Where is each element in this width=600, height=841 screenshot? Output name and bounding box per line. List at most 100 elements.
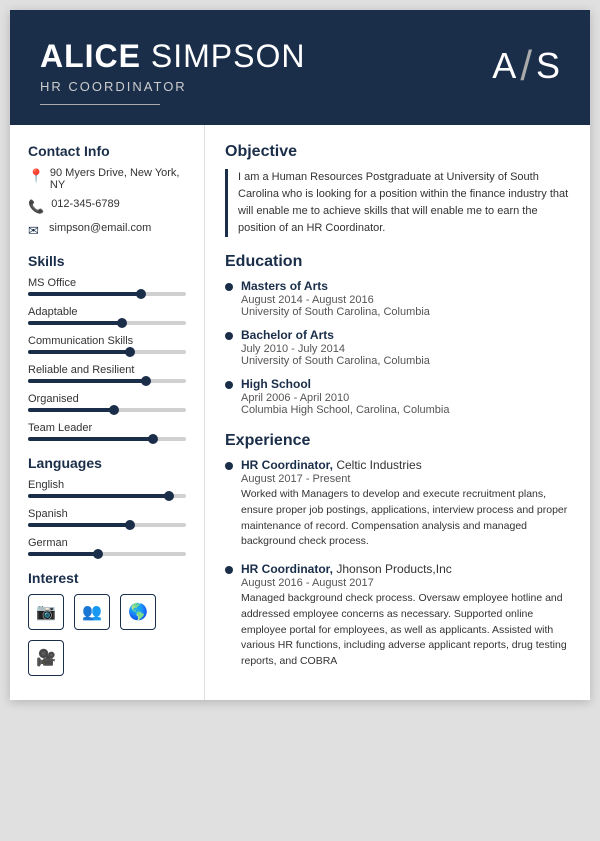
contact-email: ✉ simpson@email.com — [28, 222, 186, 239]
bullet-dot — [225, 332, 233, 340]
lang-bar-bg — [28, 552, 186, 556]
exp-company: Celtic Industries — [336, 458, 421, 472]
interest-icons-container: 📷 👥 🌎 🎥 — [28, 594, 186, 676]
experience-list: HR Coordinator, Celtic Industries August… — [225, 458, 570, 670]
job-title: HR COORDINATOR — [40, 79, 305, 94]
lang-bar-fill — [28, 523, 131, 527]
skill-bar-fill — [28, 350, 131, 354]
bullet-dot — [225, 283, 233, 291]
contact-phone: 📞 012-345-6789 — [28, 198, 186, 215]
bullet-dot — [225, 381, 233, 389]
education-item: High School April 2006 - April 2010 Colu… — [225, 377, 570, 416]
lang-name: English — [28, 479, 186, 491]
header-section: ALICE SIMPSON HR COORDINATOR A / S — [10, 10, 590, 125]
interest-icon-box: 📷 — [28, 594, 64, 630]
exp-description: Worked with Managers to develop and exec… — [241, 487, 570, 550]
address-text: 90 Myers Drive, New York, NY — [50, 167, 186, 191]
first-name: ALICE — [40, 38, 141, 74]
exp-title: HR Coordinator, Jhonson Products,Inc — [241, 562, 570, 576]
objective-section-title: Objective — [225, 143, 570, 161]
exp-title: HR Coordinator, Celtic Industries — [241, 458, 570, 472]
initials-monogram: A / S — [492, 42, 560, 90]
experience-section-title: Experience — [225, 432, 570, 450]
experience-item: HR Coordinator, Celtic Industries August… — [225, 458, 570, 550]
skill-bar-fill — [28, 379, 147, 383]
contact-address: 📍 90 Myers Drive, New York, NY — [28, 167, 186, 191]
phone-text: 012-345-6789 — [51, 198, 120, 210]
email-text: simpson@email.com — [49, 222, 151, 234]
education-list: Masters of Arts August 2014 - August 201… — [225, 279, 570, 416]
header-left: ALICE SIMPSON HR COORDINATOR — [40, 38, 305, 105]
edu-school: Columbia High School, Carolina, Columbia — [241, 404, 450, 416]
interest-icon-box: 🌎 — [120, 594, 156, 630]
skill-bar-bg — [28, 379, 186, 383]
exp-company: Jhonson Products,Inc — [336, 562, 451, 576]
skill-bar-fill — [28, 292, 142, 296]
education-item: Bachelor of Arts July 2010 - July 2014 U… — [225, 328, 570, 367]
languages-list: English Spanish German — [28, 479, 186, 556]
edu-school: University of South Carolina, Columbia — [241, 355, 430, 367]
skill-name: Reliable and Resilient — [28, 364, 186, 376]
exp-content: HR Coordinator, Celtic Industries August… — [241, 458, 570, 550]
lang-name: German — [28, 537, 186, 549]
lang-bar-fill — [28, 494, 170, 498]
interest-icon-box: 👥 — [74, 594, 110, 630]
right-column: Objective I am a Human Resources Postgra… — [205, 125, 590, 700]
skill-item: Reliable and Resilient — [28, 364, 186, 383]
initial-last: S — [536, 45, 560, 87]
edu-degree: Masters of Arts — [241, 279, 430, 293]
skill-bar-fill — [28, 437, 154, 441]
header-divider — [40, 104, 160, 105]
skill-name: Adaptable — [28, 306, 186, 318]
bullet-dot — [225, 566, 233, 574]
lang-name: Spanish — [28, 508, 186, 520]
edu-degree: High School — [241, 377, 450, 391]
exp-date: August 2017 - Present — [241, 473, 570, 485]
skill-item: Team Leader — [28, 422, 186, 441]
skill-bar-bg — [28, 350, 186, 354]
interest-icon-box: 🎥 — [28, 640, 64, 676]
language-item: Spanish — [28, 508, 186, 527]
full-name: ALICE SIMPSON — [40, 38, 305, 75]
skill-bar-bg — [28, 408, 186, 412]
edu-school: University of South Carolina, Columbia — [241, 306, 430, 318]
skills-section-title: Skills — [28, 253, 186, 269]
lang-bar-fill — [28, 552, 99, 556]
edu-date: August 2014 - August 2016 — [241, 294, 430, 306]
exp-date: August 2016 - August 2017 — [241, 577, 570, 589]
education-item: Masters of Arts August 2014 - August 201… — [225, 279, 570, 318]
skills-list: MS Office Adaptable Communication Skills… — [28, 277, 186, 441]
skill-bar-bg — [28, 292, 186, 296]
skill-bar-bg — [28, 437, 186, 441]
edu-degree: Bachelor of Arts — [241, 328, 430, 342]
exp-content: HR Coordinator, Jhonson Products,Inc Aug… — [241, 562, 570, 670]
left-column: Contact Info 📍 90 Myers Drive, New York,… — [10, 125, 205, 700]
skill-name: Team Leader — [28, 422, 186, 434]
languages-section-title: Languages — [28, 455, 186, 471]
exp-description: Managed background check process. Oversa… — [241, 591, 570, 670]
edu-content: Bachelor of Arts July 2010 - July 2014 U… — [241, 328, 430, 367]
interest-section-title: Interest — [28, 570, 186, 586]
skill-bar-fill — [28, 321, 123, 325]
skill-bar-bg — [28, 321, 186, 325]
contact-section-title: Contact Info — [28, 143, 186, 159]
phone-icon: 📞 — [28, 199, 44, 215]
initial-first: A — [492, 45, 516, 87]
edu-content: Masters of Arts August 2014 - August 201… — [241, 279, 430, 318]
lang-bar-bg — [28, 494, 186, 498]
slash-divider: / — [520, 42, 532, 90]
location-icon: 📍 — [28, 168, 43, 184]
skill-item: Adaptable — [28, 306, 186, 325]
skill-name: Communication Skills — [28, 335, 186, 347]
language-item: German — [28, 537, 186, 556]
objective-text: I am a Human Resources Postgraduate at U… — [225, 169, 570, 237]
lang-bar-bg — [28, 523, 186, 527]
skill-bar-fill — [28, 408, 115, 412]
skill-item: Communication Skills — [28, 335, 186, 354]
email-icon: ✉ — [28, 223, 42, 239]
edu-content: High School April 2006 - April 2010 Colu… — [241, 377, 450, 416]
experience-item: HR Coordinator, Jhonson Products,Inc Aug… — [225, 562, 570, 670]
edu-date: July 2010 - July 2014 — [241, 343, 430, 355]
bullet-dot — [225, 462, 233, 470]
edu-date: April 2006 - April 2010 — [241, 392, 450, 404]
